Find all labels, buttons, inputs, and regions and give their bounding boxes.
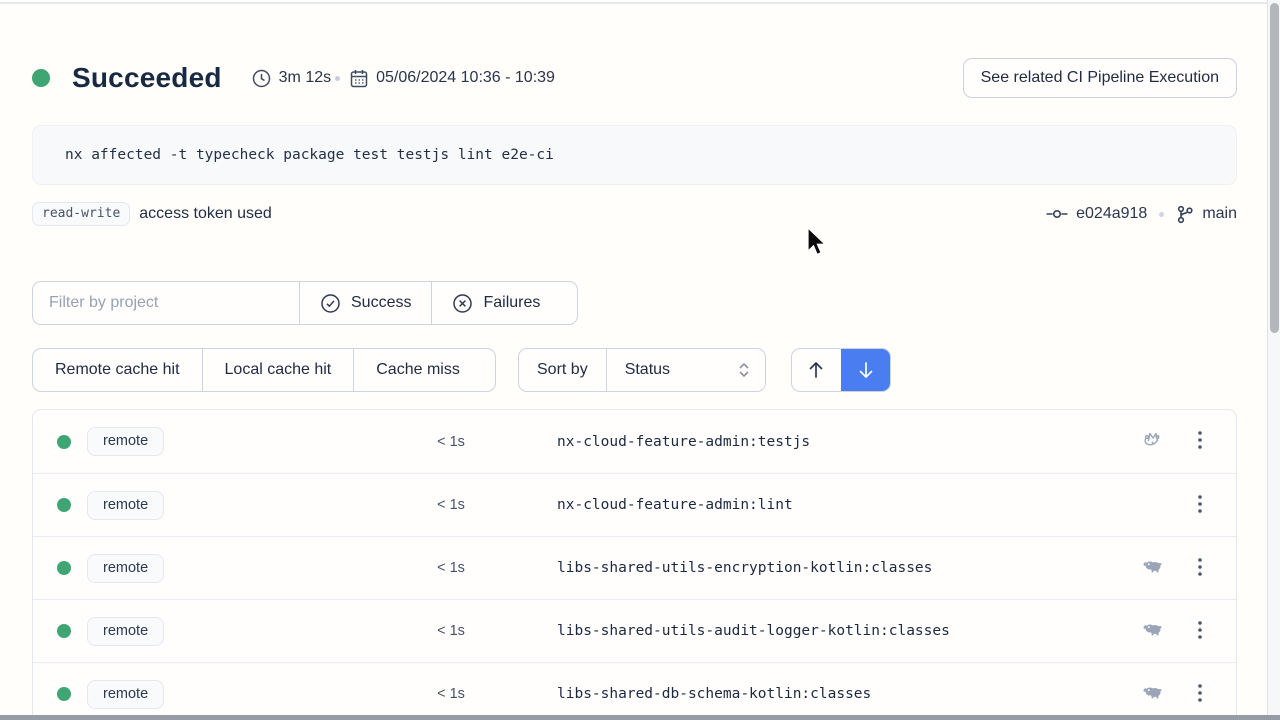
- run-status-dot: [32, 69, 50, 87]
- success-filter-button[interactable]: Success: [299, 282, 431, 324]
- task-menu-button[interactable]: [1192, 552, 1208, 585]
- see-related-pipeline-button[interactable]: See related CI Pipeline Execution: [963, 58, 1237, 98]
- duration-text: 3m 12s: [279, 69, 331, 87]
- branch-name[interactable]: main: [1202, 205, 1237, 223]
- sort-ascending-button[interactable]: [792, 349, 841, 391]
- window-top-border: [0, 2, 1280, 4]
- sort-field-select[interactable]: Status: [606, 349, 765, 391]
- access-token-badge: read-write: [32, 202, 130, 226]
- task-list: remote < 1s nx-cloud-feature-admin:testj…: [32, 409, 1237, 720]
- task-status-dot: [57, 561, 71, 575]
- page-title: Succeeded: [72, 62, 222, 94]
- task-name[interactable]: libs-shared-utils-encryption-kotlin:clas…: [491, 560, 1128, 576]
- controls-row: Remote cache hit Local cache hit Cache m…: [32, 348, 1237, 392]
- run-date-range: 05/06/2024 10:36 - 10:39: [350, 69, 555, 88]
- commit-hash[interactable]: e024a918: [1076, 205, 1147, 223]
- dot-separator: [1159, 212, 1164, 217]
- clock-icon: [252, 69, 271, 88]
- failures-filter-button[interactable]: Failures: [431, 282, 560, 324]
- task-name[interactable]: libs-shared-db-schema-kotlin:classes: [491, 686, 1128, 702]
- cache-source-badge: remote: [87, 617, 164, 646]
- run-duration: 3m 12s: [252, 69, 331, 88]
- cache-source-badge: remote: [87, 680, 164, 709]
- task-row[interactable]: remote < 1s libs-shared-utils-audit-logg…: [33, 599, 1236, 662]
- cache-filter-group: Remote cache hit Local cache hit Cache m…: [32, 348, 496, 392]
- cache-source-badge: remote: [87, 554, 164, 583]
- task-menu-button[interactable]: [1192, 489, 1208, 522]
- task-menu-button[interactable]: [1192, 425, 1208, 458]
- sort-group: Sort by Status: [518, 348, 766, 392]
- date-range-text: 05/06/2024 10:36 - 10:39: [376, 69, 555, 87]
- mouse-cursor: [805, 226, 827, 258]
- task-menu-button[interactable]: [1192, 678, 1208, 711]
- task-status-dot: [57, 624, 71, 638]
- kebab-icon: [1198, 684, 1202, 702]
- sort-field-value: Status: [625, 361, 670, 379]
- x-circle-icon: [452, 293, 473, 314]
- window-bottom-edge: [0, 715, 1280, 720]
- task-duration: < 1s: [411, 434, 491, 450]
- gradle-icon: [1142, 620, 1162, 643]
- scrollbar[interactable]: [1267, 0, 1280, 720]
- check-circle-icon: [320, 293, 341, 314]
- project-filter-input[interactable]: [33, 282, 299, 324]
- task-menu-button[interactable]: [1192, 615, 1208, 648]
- task-status-dot: [57, 687, 71, 701]
- task-row[interactable]: remote < 1s libs-shared-db-schema-kotlin…: [33, 662, 1236, 720]
- task-duration: < 1s: [411, 686, 491, 702]
- task-status-dot: [57, 498, 71, 512]
- branch-icon: [1176, 205, 1194, 224]
- task-duration: < 1s: [411, 560, 491, 576]
- run-header: Succeeded 3m 12s 05/06/2024 10:36 - 10:3…: [32, 57, 1237, 99]
- sort-direction-group: [791, 348, 891, 392]
- task-status-dot: [57, 435, 71, 449]
- kebab-icon: [1198, 558, 1202, 576]
- token-row: read-write access token used e024a918 ma…: [32, 200, 1237, 228]
- jest-icon: [1142, 429, 1162, 454]
- task-row[interactable]: remote < 1s nx-cloud-feature-admin:testj…: [33, 410, 1236, 473]
- command-box: nx affected -t typecheck package test te…: [32, 125, 1237, 185]
- task-row[interactable]: remote < 1s libs-shared-utils-encryption…: [33, 536, 1236, 599]
- vcs-info: e024a918 main: [1046, 205, 1237, 224]
- chevron-up-down-icon: [737, 361, 751, 379]
- task-name[interactable]: libs-shared-utils-audit-logger-kotlin:cl…: [491, 623, 1128, 639]
- gradle-icon: [1142, 557, 1162, 580]
- access-token-text: access token used: [139, 205, 272, 223]
- dot-separator: [335, 76, 340, 81]
- gradle-icon: [1142, 683, 1162, 706]
- cache-miss-button[interactable]: Cache miss: [353, 349, 482, 391]
- task-duration: < 1s: [411, 623, 491, 639]
- sort-by-label: Sort by: [519, 349, 606, 391]
- task-name[interactable]: nx-cloud-feature-admin:testjs: [491, 434, 1128, 450]
- task-row[interactable]: remote < 1s nx-cloud-feature-admin:lint: [33, 473, 1236, 536]
- arrow-up-icon: [807, 360, 825, 380]
- arrow-down-icon: [857, 360, 875, 380]
- kebab-icon: [1198, 431, 1202, 449]
- task-name[interactable]: nx-cloud-feature-admin:lint: [491, 497, 1128, 513]
- command-text: nx affected -t typecheck package test te…: [65, 147, 554, 163]
- calendar-icon: [350, 69, 368, 88]
- cache-source-badge: remote: [87, 491, 164, 520]
- remote-cache-hit-button[interactable]: Remote cache hit: [33, 349, 202, 391]
- scrollbar-thumb[interactable]: [1270, 3, 1279, 333]
- success-filter-label: Success: [351, 294, 411, 312]
- task-duration: < 1s: [411, 497, 491, 513]
- local-cache-hit-button[interactable]: Local cache hit: [202, 349, 354, 391]
- filter-group: Success Failures: [32, 281, 578, 325]
- kebab-icon: [1198, 621, 1202, 639]
- kebab-icon: [1198, 495, 1202, 513]
- sort-descending-button[interactable]: [841, 349, 890, 391]
- failures-filter-label: Failures: [483, 294, 540, 312]
- commit-icon: [1046, 206, 1068, 222]
- cache-source-badge: remote: [87, 427, 164, 456]
